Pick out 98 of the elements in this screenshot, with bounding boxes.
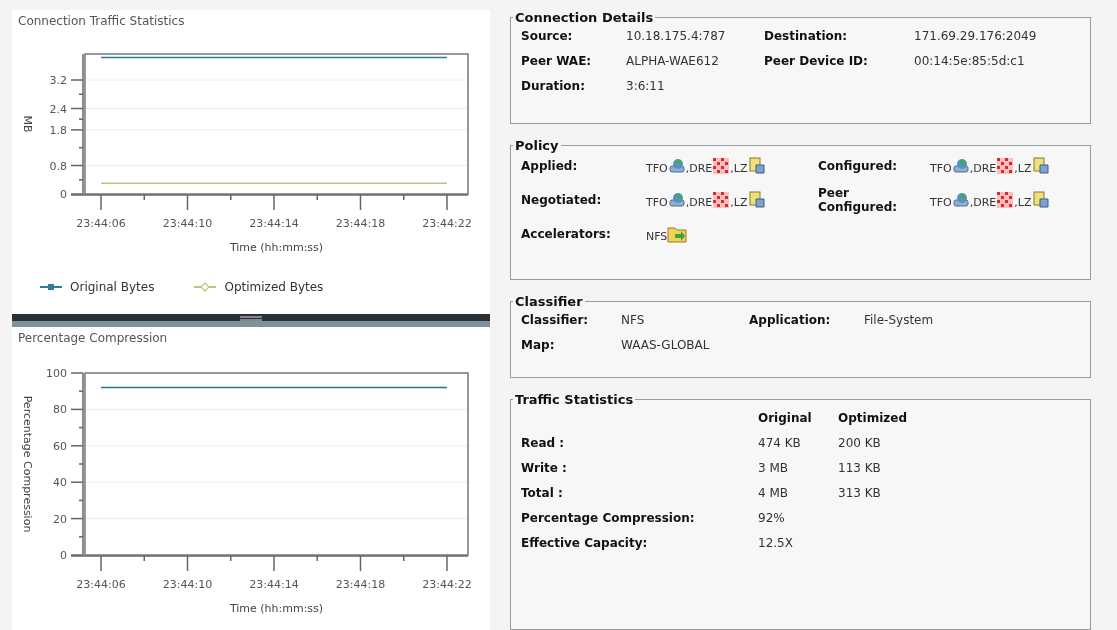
field-value: ALPHA-WAE612	[626, 54, 720, 68]
field-value: 12.5X	[758, 536, 794, 550]
y-tick-label: 2.4	[49, 102, 67, 116]
y-tick-label: 0	[60, 188, 67, 201]
document-icon	[1031, 191, 1050, 209]
policy-value: ,LZ	[730, 196, 748, 209]
y-tick-label: 3.2	[49, 74, 67, 87]
column-header: Optimized	[838, 411, 908, 425]
policy-value: ,LZ	[1014, 196, 1032, 209]
field-label: Peer Device ID:	[764, 54, 869, 68]
chart-title: Percentage Compression	[17, 330, 169, 347]
field-label: Read :	[521, 436, 566, 450]
field-label: Peer WAE:	[521, 54, 593, 68]
section-title: Classifier	[514, 294, 584, 309]
policy-value: ,DRE	[969, 196, 997, 209]
x-tick-label: 23:44:06	[76, 577, 126, 591]
field-label: Application:	[749, 313, 832, 327]
policy-value: NFS	[646, 230, 668, 243]
field-label: Negotiated:	[521, 193, 603, 207]
field-value: WAAS-GLOBAL	[621, 338, 711, 352]
grid-icon	[712, 157, 731, 175]
y-tick-label: 60	[53, 439, 67, 453]
monitor-globe-icon	[951, 157, 970, 175]
legend-label: Original Bytes	[70, 280, 155, 294]
y-tick-label: 1.8	[49, 123, 67, 137]
field-value: 113 KB	[838, 461, 882, 475]
line-diamond-marker-icon	[194, 282, 217, 292]
field-label: Map:	[521, 338, 556, 352]
x-tick-label: 23:44:10	[162, 217, 213, 230]
field-label: Effective Capacity:	[521, 536, 649, 550]
field-label: Accelerators:	[521, 227, 612, 241]
grid-icon	[712, 191, 731, 209]
field-value: 474 KB	[758, 436, 802, 450]
folder-arrow-icon	[667, 225, 688, 243]
x-tick-label: 23:44:14	[249, 577, 299, 591]
policy-value: TFO	[646, 196, 668, 209]
section-title: Connection Details	[514, 10, 655, 25]
policy-value: ,DRE	[969, 162, 997, 175]
y-tick-label: 100	[46, 366, 67, 380]
grid-icon	[996, 157, 1015, 175]
line-square-marker-icon	[40, 282, 62, 292]
field-label: Applied:	[521, 159, 579, 173]
policy-value: ,DRE	[685, 162, 713, 175]
document-icon	[747, 157, 766, 175]
policy-value: ,LZ	[730, 162, 748, 175]
grid-icon	[996, 191, 1015, 209]
y-axis-label: MB	[21, 115, 34, 133]
x-axis-label: Time (hh:mm:ss)	[229, 601, 324, 615]
field-value: 171.69.29.176:2049	[914, 29, 1038, 43]
monitor-globe-icon	[667, 157, 686, 175]
field-value: 00:14:5e:85:5d:c1	[914, 54, 1026, 68]
y-tick-label: 0	[60, 548, 67, 562]
field-value: 92%	[758, 511, 786, 525]
y-tick-label: 20	[53, 512, 67, 526]
field-value: 3:6:11	[626, 79, 666, 93]
field-value: 4 MB	[758, 486, 790, 500]
x-tick-label: 23:44:22	[422, 577, 472, 591]
field-label: Configured:	[818, 159, 899, 173]
field-label: Destination:	[764, 29, 849, 43]
field-label: Duration:	[521, 79, 586, 93]
y-axis-label: Percentage Compression	[21, 395, 34, 532]
x-tick-label: 23:44:10	[162, 577, 213, 591]
document-icon	[1031, 157, 1050, 175]
policy-value: TFO	[646, 162, 668, 175]
document-icon	[747, 191, 766, 209]
section-title: Policy	[514, 138, 560, 153]
monitor-globe-icon	[951, 191, 970, 209]
field-value: 200 KB	[838, 436, 882, 450]
field-label: Source:	[521, 29, 574, 43]
y-tick-label: 80	[53, 402, 67, 416]
policy-value: ,DRE	[685, 196, 713, 209]
y-tick-label: 0.8	[49, 159, 67, 173]
field-value: File-System	[864, 313, 935, 327]
field-value: 313 KB	[838, 486, 882, 500]
field-label: Percentage Compression:	[521, 511, 696, 525]
monitor-globe-icon	[667, 191, 686, 209]
y-tick-label: 40	[53, 475, 67, 489]
policy-value: TFO	[930, 162, 952, 175]
field-value: 3 MB	[758, 461, 790, 475]
field-label: Write :	[521, 461, 568, 475]
field-value: NFS	[621, 313, 646, 327]
x-tick-label: 23:44:06	[76, 217, 126, 230]
field-label: Peer Configured:	[818, 186, 899, 214]
policy-value: ,LZ	[1014, 162, 1032, 175]
x-tick-label: 23:44:22	[422, 217, 472, 230]
field-label: Classifier:	[521, 313, 590, 327]
grip-icon	[240, 315, 262, 322]
x-tick-label: 23:44:14	[249, 217, 299, 230]
x-tick-label: 23:44:18	[335, 577, 386, 591]
x-axis-label: Time (hh:mm:ss)	[229, 241, 324, 254]
x-tick-label: 23:44:18	[335, 217, 386, 230]
legend-label: Optimized Bytes	[224, 280, 324, 294]
field-value: 10.18.175.4:787	[626, 29, 727, 43]
policy-value: TFO	[930, 196, 952, 209]
chart-title: Connection Traffic Statistics	[17, 14, 186, 30]
section-title: Traffic Statistics	[514, 392, 635, 407]
field-label: Total :	[521, 486, 564, 500]
column-header: Original	[758, 411, 813, 425]
